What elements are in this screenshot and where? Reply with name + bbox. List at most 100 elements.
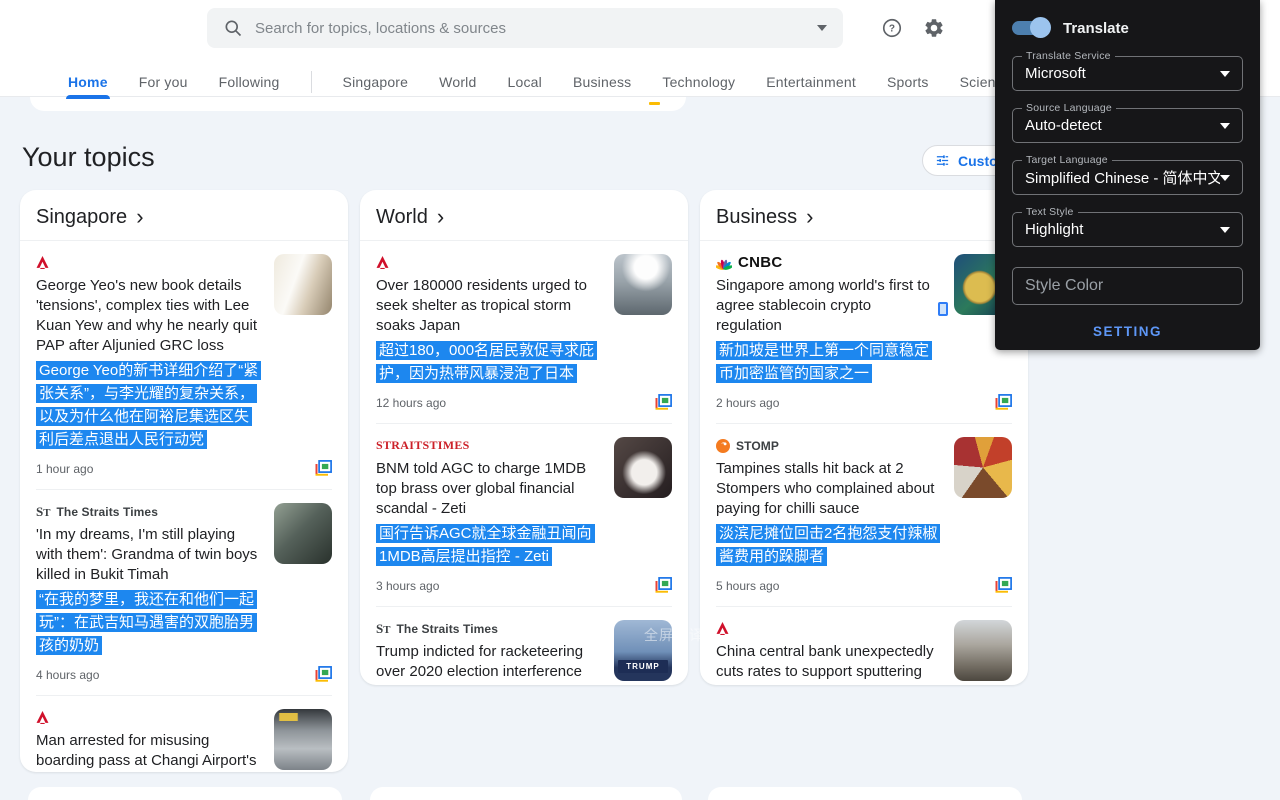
field-target-language[interactable]: Target LanguageSimplified Chinese - 简体中文: [1012, 160, 1243, 195]
field-label: Target Language: [1022, 154, 1112, 166]
translate-toggle[interactable]: [1012, 21, 1048, 35]
tab-technology[interactable]: Technology: [662, 74, 735, 90]
stomp-logo: [716, 439, 730, 453]
field-source-language[interactable]: Source LanguageAuto-detect: [1012, 108, 1243, 143]
source-row: STRAITSTIMES: [376, 437, 600, 454]
search-dropdown-caret[interactable]: [817, 25, 827, 31]
partial-card-below-1: [28, 787, 342, 800]
source-row: CNBC: [716, 254, 940, 271]
help-button[interactable]: ?: [880, 17, 904, 41]
article: STThe Straits Times'In my dreams, I'm st…: [36, 489, 332, 695]
tab-for-you[interactable]: For you: [139, 74, 188, 90]
article-title[interactable]: 'In my dreams, I'm still playing with th…: [36, 525, 260, 585]
partial-card-below-2: [370, 787, 682, 800]
cna-logo: [716, 621, 729, 636]
full-coverage-icon: [655, 398, 672, 413]
article: STOMP Tampines stalls hit back at 2 Stomp…: [716, 423, 1012, 606]
field-translate-service[interactable]: Translate ServiceMicrosoft: [1012, 56, 1243, 91]
article-title[interactable]: Trump indicted for racketeering over 202…: [376, 642, 600, 682]
cnbc-logo: [716, 256, 732, 270]
straits-times-logo: ST: [376, 621, 390, 637]
topic-card-title-singapore[interactable]: Singapore ›: [20, 190, 348, 241]
full-coverage-icon: [315, 670, 332, 685]
article: Over 180000 residents urged to seek shel…: [376, 241, 672, 423]
field-text-style[interactable]: Text StyleHighlight: [1012, 212, 1243, 247]
partial-card-below-3: [708, 787, 1022, 800]
topic-title: Singapore: [36, 206, 127, 229]
tab-entertainment[interactable]: Entertainment: [766, 74, 856, 90]
article-time: 12 hours ago: [376, 396, 446, 410]
article-title[interactable]: China central bank unexpectedly cuts rat…: [716, 642, 940, 685]
full-coverage-button[interactable]: [655, 577, 672, 594]
field-value: Microsoft: [1025, 65, 1220, 82]
article-time: 1 hour ago: [36, 462, 93, 476]
full-coverage-button[interactable]: [315, 460, 332, 477]
article-title[interactable]: BNM told AGC to charge 1MDB top brass ov…: [376, 459, 600, 519]
tab-local[interactable]: Local: [507, 74, 541, 90]
field-label: Text Style: [1022, 206, 1078, 218]
tab-business[interactable]: Business: [573, 74, 631, 90]
nav-divider: [311, 71, 312, 93]
article-title[interactable]: Singapore among world's first to agree s…: [716, 276, 940, 336]
article-translation: 新加坡是世界上第一个同意稳定币加密监管的国家之一: [716, 339, 940, 385]
article-translation: “在我的梦里，我还在和他们一起玩”：在武吉知马遇害的双胞胎男孩的奶奶: [36, 588, 260, 657]
tab-world[interactable]: World: [439, 74, 476, 90]
chevron-right-icon: ›: [437, 208, 444, 226]
topic-title: Business: [716, 206, 797, 229]
tab-following[interactable]: Following: [219, 74, 280, 90]
help-icon: ?: [881, 27, 903, 42]
full-coverage-button[interactable]: [315, 666, 332, 683]
article-thumbnail[interactable]: [614, 254, 672, 315]
dropdown-caret-icon: [1220, 71, 1230, 77]
full-coverage-icon: [655, 581, 672, 596]
article-translation: 淡滨尼摊位回击2名抱怨支付辣椒酱费用的跺脚者: [716, 522, 940, 568]
translate-fields: Translate ServiceMicrosoft Source Languag…: [1012, 56, 1243, 305]
field-label: Source Language: [1022, 102, 1116, 114]
topic-card-title-world[interactable]: World›: [360, 190, 688, 241]
settings-button[interactable]: [922, 17, 946, 41]
article-title[interactable]: Man arrested for misusing boarding pass …: [36, 731, 260, 772]
topic-card-world: World› Over 180000 residents urged to see…: [360, 190, 688, 685]
article-time: 2 hours ago: [716, 396, 779, 410]
setting-button[interactable]: SETTING: [1012, 324, 1243, 339]
new-straits-times-logo: STRAITSTIMES: [376, 438, 470, 453]
full-coverage-icon: [995, 581, 1012, 596]
svg-text:?: ?: [889, 24, 895, 35]
article-thumbnail[interactable]: [954, 437, 1012, 498]
full-coverage-button[interactable]: [995, 577, 1012, 594]
full-coverage-icon: [315, 464, 332, 479]
chevron-right-icon: ›: [136, 208, 143, 226]
article: STThe Straits TimesTrump indicted for ra…: [376, 606, 672, 685]
article-thumbnail[interactable]: [274, 503, 332, 564]
tab-singapore[interactable]: Singapore: [343, 74, 409, 90]
field-style-color[interactable]: Style Color: [1012, 267, 1243, 305]
article-thumbnail[interactable]: [274, 254, 332, 315]
article-time: 3 hours ago: [376, 579, 439, 593]
search-input[interactable]: [255, 20, 817, 37]
topic-card-title-business[interactable]: Business›: [700, 190, 1028, 241]
article-title[interactable]: Tampines stalls hit back at 2 Stompers w…: [716, 459, 940, 519]
tune-icon: [935, 153, 950, 168]
article-thumbnail[interactable]: [954, 620, 1012, 681]
cropped-full-coverage-icon: [649, 102, 660, 105]
article-time: 4 hours ago: [36, 668, 99, 682]
search-bar[interactable]: [207, 8, 843, 48]
translate-badge-icon: [938, 302, 948, 316]
article-title[interactable]: George Yeo's new book details 'tensions'…: [36, 276, 260, 356]
field-value: Simplified Chinese - 简体中文: [1025, 167, 1220, 188]
full-coverage-button[interactable]: [995, 394, 1012, 411]
topic-card-singapore: Singapore › George Yeo's new book details …: [20, 190, 348, 772]
article-thumbnail[interactable]: [274, 709, 332, 770]
article: Man arrested for misusing boarding pass …: [36, 695, 332, 772]
article: CNBC Singapore among world's first to agr…: [716, 241, 1012, 423]
tab-home[interactable]: Home: [68, 74, 108, 90]
article-thumbnail[interactable]: [614, 437, 672, 498]
cna-logo: [36, 710, 49, 725]
article-title[interactable]: Over 180000 residents urged to seek shel…: [376, 276, 600, 336]
source-row: [376, 254, 600, 271]
article: China central bank unexpectedly cuts rat…: [716, 606, 1012, 685]
source-name: STOMP: [736, 439, 779, 453]
full-coverage-button[interactable]: [655, 394, 672, 411]
search-icon: [223, 18, 243, 38]
tab-sports[interactable]: Sports: [887, 74, 929, 90]
